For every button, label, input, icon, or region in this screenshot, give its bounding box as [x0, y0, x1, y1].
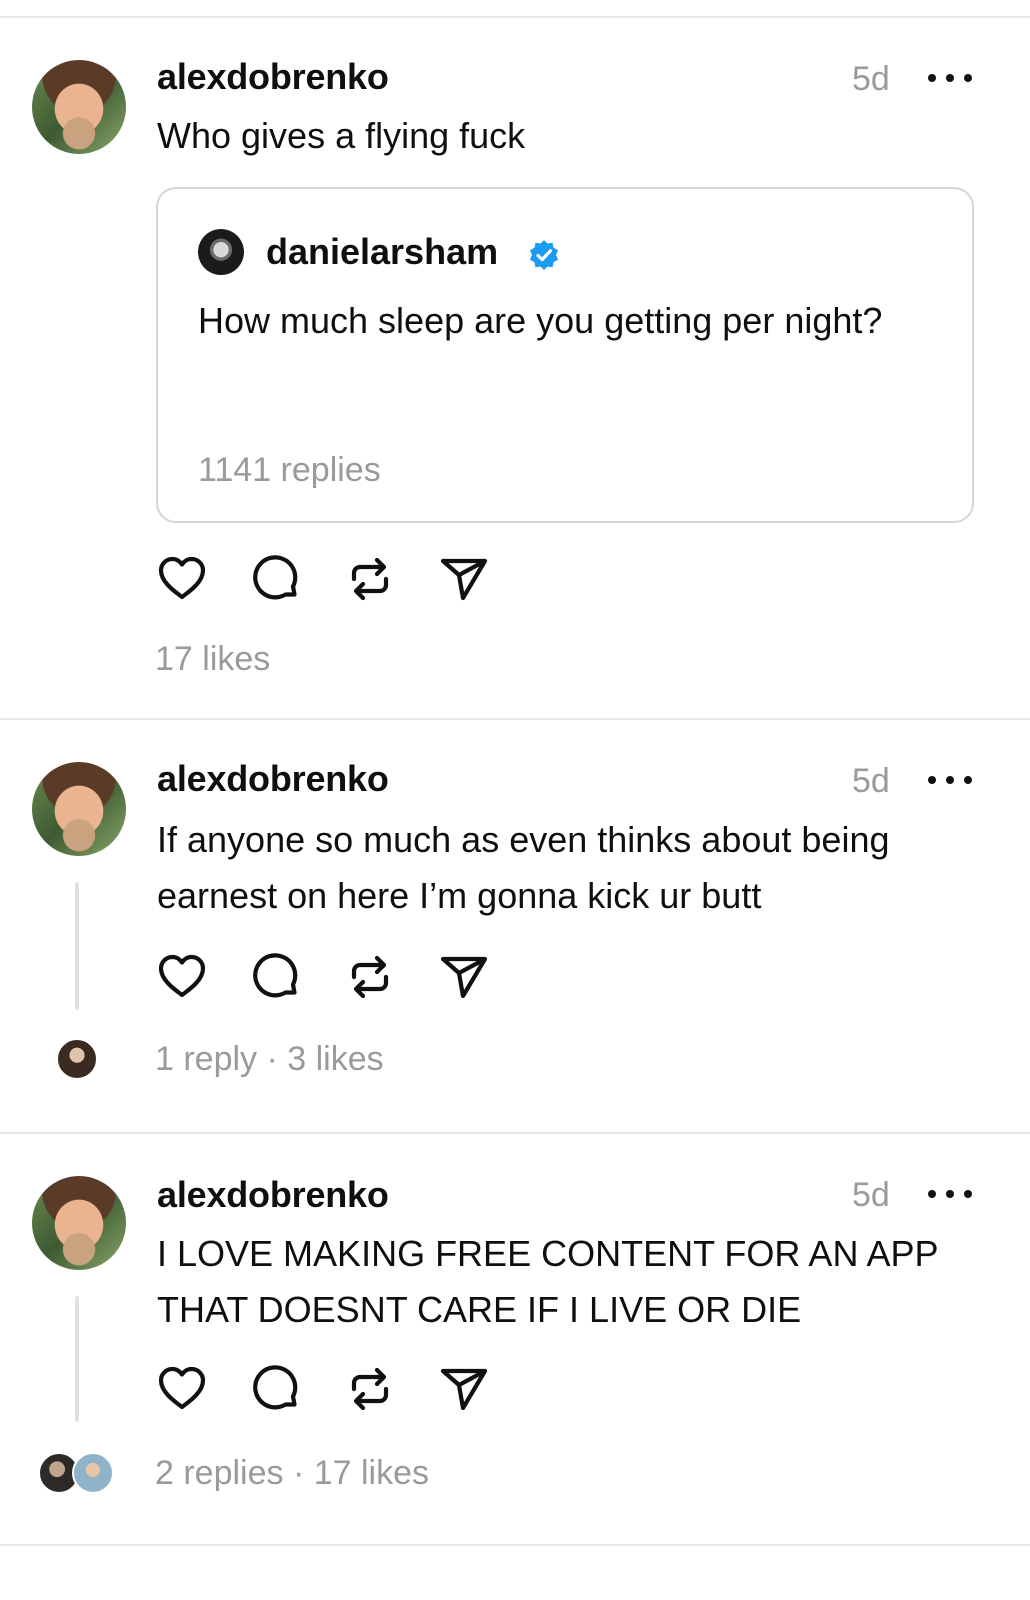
share-button[interactable] [437, 552, 491, 606]
share-icon [440, 1368, 488, 1411]
avatar[interactable] [32, 762, 126, 856]
post-timestamp: 5d [852, 762, 890, 800]
thread-post: alexdobrenko 5d I LOVE MAKING FREE CONTE… [0, 1134, 1030, 1554]
more-icon[interactable] [928, 1184, 972, 1204]
action-bar [155, 950, 495, 1006]
post-stats[interactable]: 1 reply · 3 likes [155, 1040, 384, 1079]
repost-icon [351, 955, 389, 999]
repost-button[interactable] [343, 950, 397, 1004]
post-stats[interactable]: 17 likes [155, 640, 270, 679]
share-icon [440, 558, 488, 601]
thread-line [75, 882, 79, 1010]
action-bar [155, 1362, 495, 1418]
post-username[interactable]: alexdobrenko [157, 758, 389, 800]
action-bar [155, 552, 495, 608]
share-icon [440, 956, 488, 999]
heart-icon [158, 954, 206, 998]
like-button[interactable] [155, 1362, 209, 1416]
post-text: If anyone so much as even thinks about b… [157, 819, 890, 916]
share-button[interactable] [437, 1362, 491, 1416]
quoted-post-text: How much sleep are you getting per night… [198, 300, 883, 341]
post-username[interactable]: alexdobrenko [157, 56, 389, 98]
heart-icon [158, 1366, 206, 1410]
post-stats[interactable]: 2 replies · 17 likes [155, 1454, 429, 1493]
reply-avatar[interactable] [56, 1038, 98, 1080]
repost-button[interactable] [343, 1362, 397, 1416]
more-icon[interactable] [928, 770, 972, 790]
post-username[interactable]: alexdobrenko [157, 1174, 389, 1216]
post-timestamp: 5d [852, 1176, 890, 1214]
repost-icon [351, 557, 389, 601]
thread-post: alexdobrenko 5d If anyone so much as eve… [0, 720, 1030, 1130]
thread-line [75, 1296, 79, 1422]
post-text: I LOVE MAKING FREE CONTENT FOR AN APP TH… [157, 1233, 938, 1330]
thread-post: alexdobrenko 5d Who gives a flying fuck … [0, 0, 1030, 718]
verified-icon [530, 240, 558, 270]
avatar[interactable] [198, 229, 244, 275]
quoted-username[interactable]: danielarsham [266, 231, 498, 273]
heart-icon [158, 556, 206, 600]
quoted-reply-count[interactable]: 1141 replies [198, 451, 381, 490]
like-button[interactable] [155, 950, 209, 1004]
comment-button[interactable] [249, 950, 303, 1004]
avatar[interactable] [32, 1176, 126, 1270]
repost-icon [351, 1367, 389, 1411]
share-button[interactable] [437, 950, 491, 1004]
more-icon[interactable] [928, 68, 972, 88]
quoted-post-card[interactable]: danielarsham How much sleep are you gett… [156, 187, 974, 523]
comment-icon [253, 953, 298, 998]
avatar[interactable] [32, 60, 126, 154]
comment-button[interactable] [249, 1362, 303, 1416]
reply-avatar[interactable] [72, 1452, 114, 1494]
comment-button[interactable] [249, 552, 303, 606]
comment-icon [253, 1365, 298, 1410]
post-timestamp: 5d [852, 60, 890, 98]
bottom-divider [0, 1544, 1030, 1546]
repost-button[interactable] [343, 552, 397, 606]
post-text: Who gives a flying fuck [157, 115, 526, 156]
like-button[interactable] [155, 552, 209, 606]
comment-icon [253, 555, 298, 600]
